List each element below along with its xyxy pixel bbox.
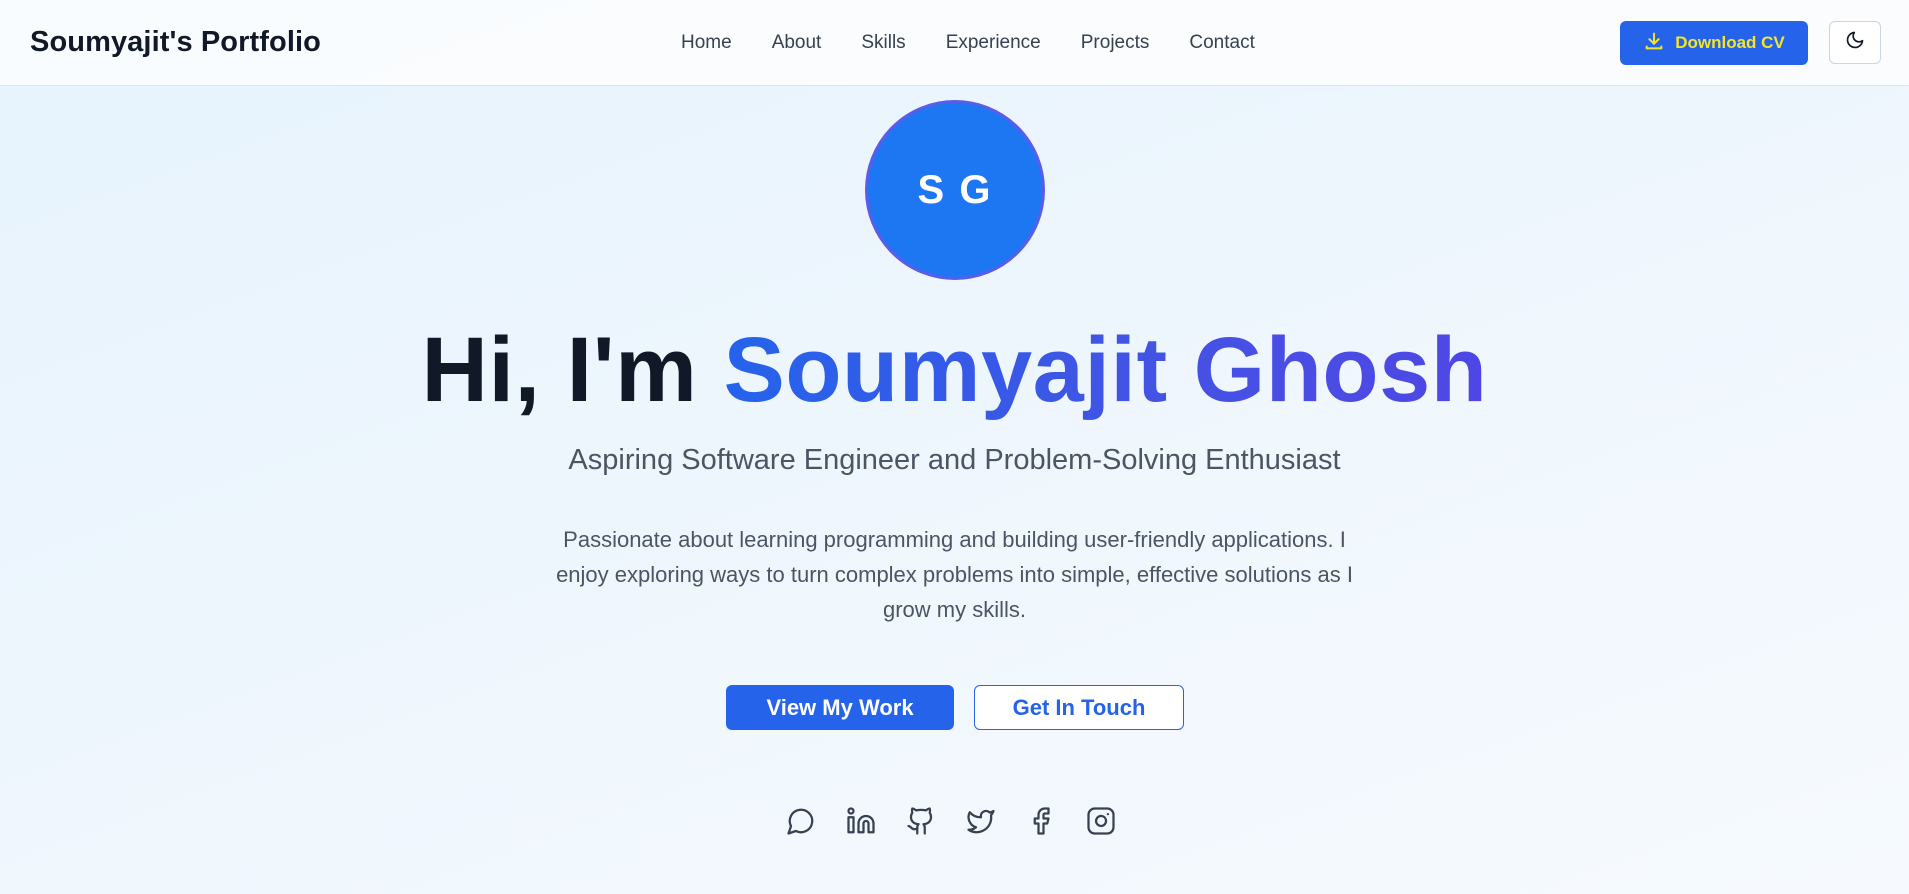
hero-description: Passionate about learning programming an… (556, 527, 1353, 622)
nav-link-contact[interactable]: Contact (1189, 32, 1254, 54)
theme-toggle-button[interactable] (1829, 21, 1881, 64)
brand-title[interactable]: Soumyajit's Portfolio (30, 26, 321, 59)
message-circle-icon[interactable] (786, 806, 816, 836)
nav-link-home[interactable]: Home (681, 32, 732, 54)
view-my-work-button[interactable]: View My Work (726, 685, 954, 730)
download-cv-label: Download CV (1675, 33, 1785, 52)
social-links (786, 806, 1116, 836)
linkedin-icon[interactable] (846, 806, 876, 836)
download-icon (1643, 30, 1665, 57)
avatar: S G (865, 100, 1045, 280)
twitter-icon[interactable] (966, 806, 996, 836)
nav-links: Home About Skills Experience Projects Co… (681, 32, 1255, 54)
hero-greeting: Hi, I'm (421, 319, 698, 421)
nav-link-about[interactable]: About (772, 32, 822, 54)
navbar: Soumyajit's Portfolio Home About Skills … (0, 0, 1909, 86)
moon-icon (1845, 30, 1865, 55)
nav-link-experience[interactable]: Experience (946, 32, 1041, 54)
hero-headline: Hi, I'm Soumyajit Ghosh (0, 318, 1909, 423)
nav-link-skills[interactable]: Skills (861, 32, 905, 54)
hero-name: Soumyajit Ghosh (723, 319, 1488, 421)
github-icon[interactable] (906, 806, 936, 836)
download-cv-button[interactable]: Download CV (1620, 21, 1808, 65)
hero-subtitle: Aspiring Software Engineer and Problem-S… (568, 444, 1341, 476)
facebook-icon[interactable] (1026, 806, 1056, 836)
get-in-touch-button[interactable]: Get In Touch (974, 685, 1184, 730)
instagram-icon[interactable] (1086, 806, 1116, 836)
nav-link-projects[interactable]: Projects (1081, 32, 1150, 54)
